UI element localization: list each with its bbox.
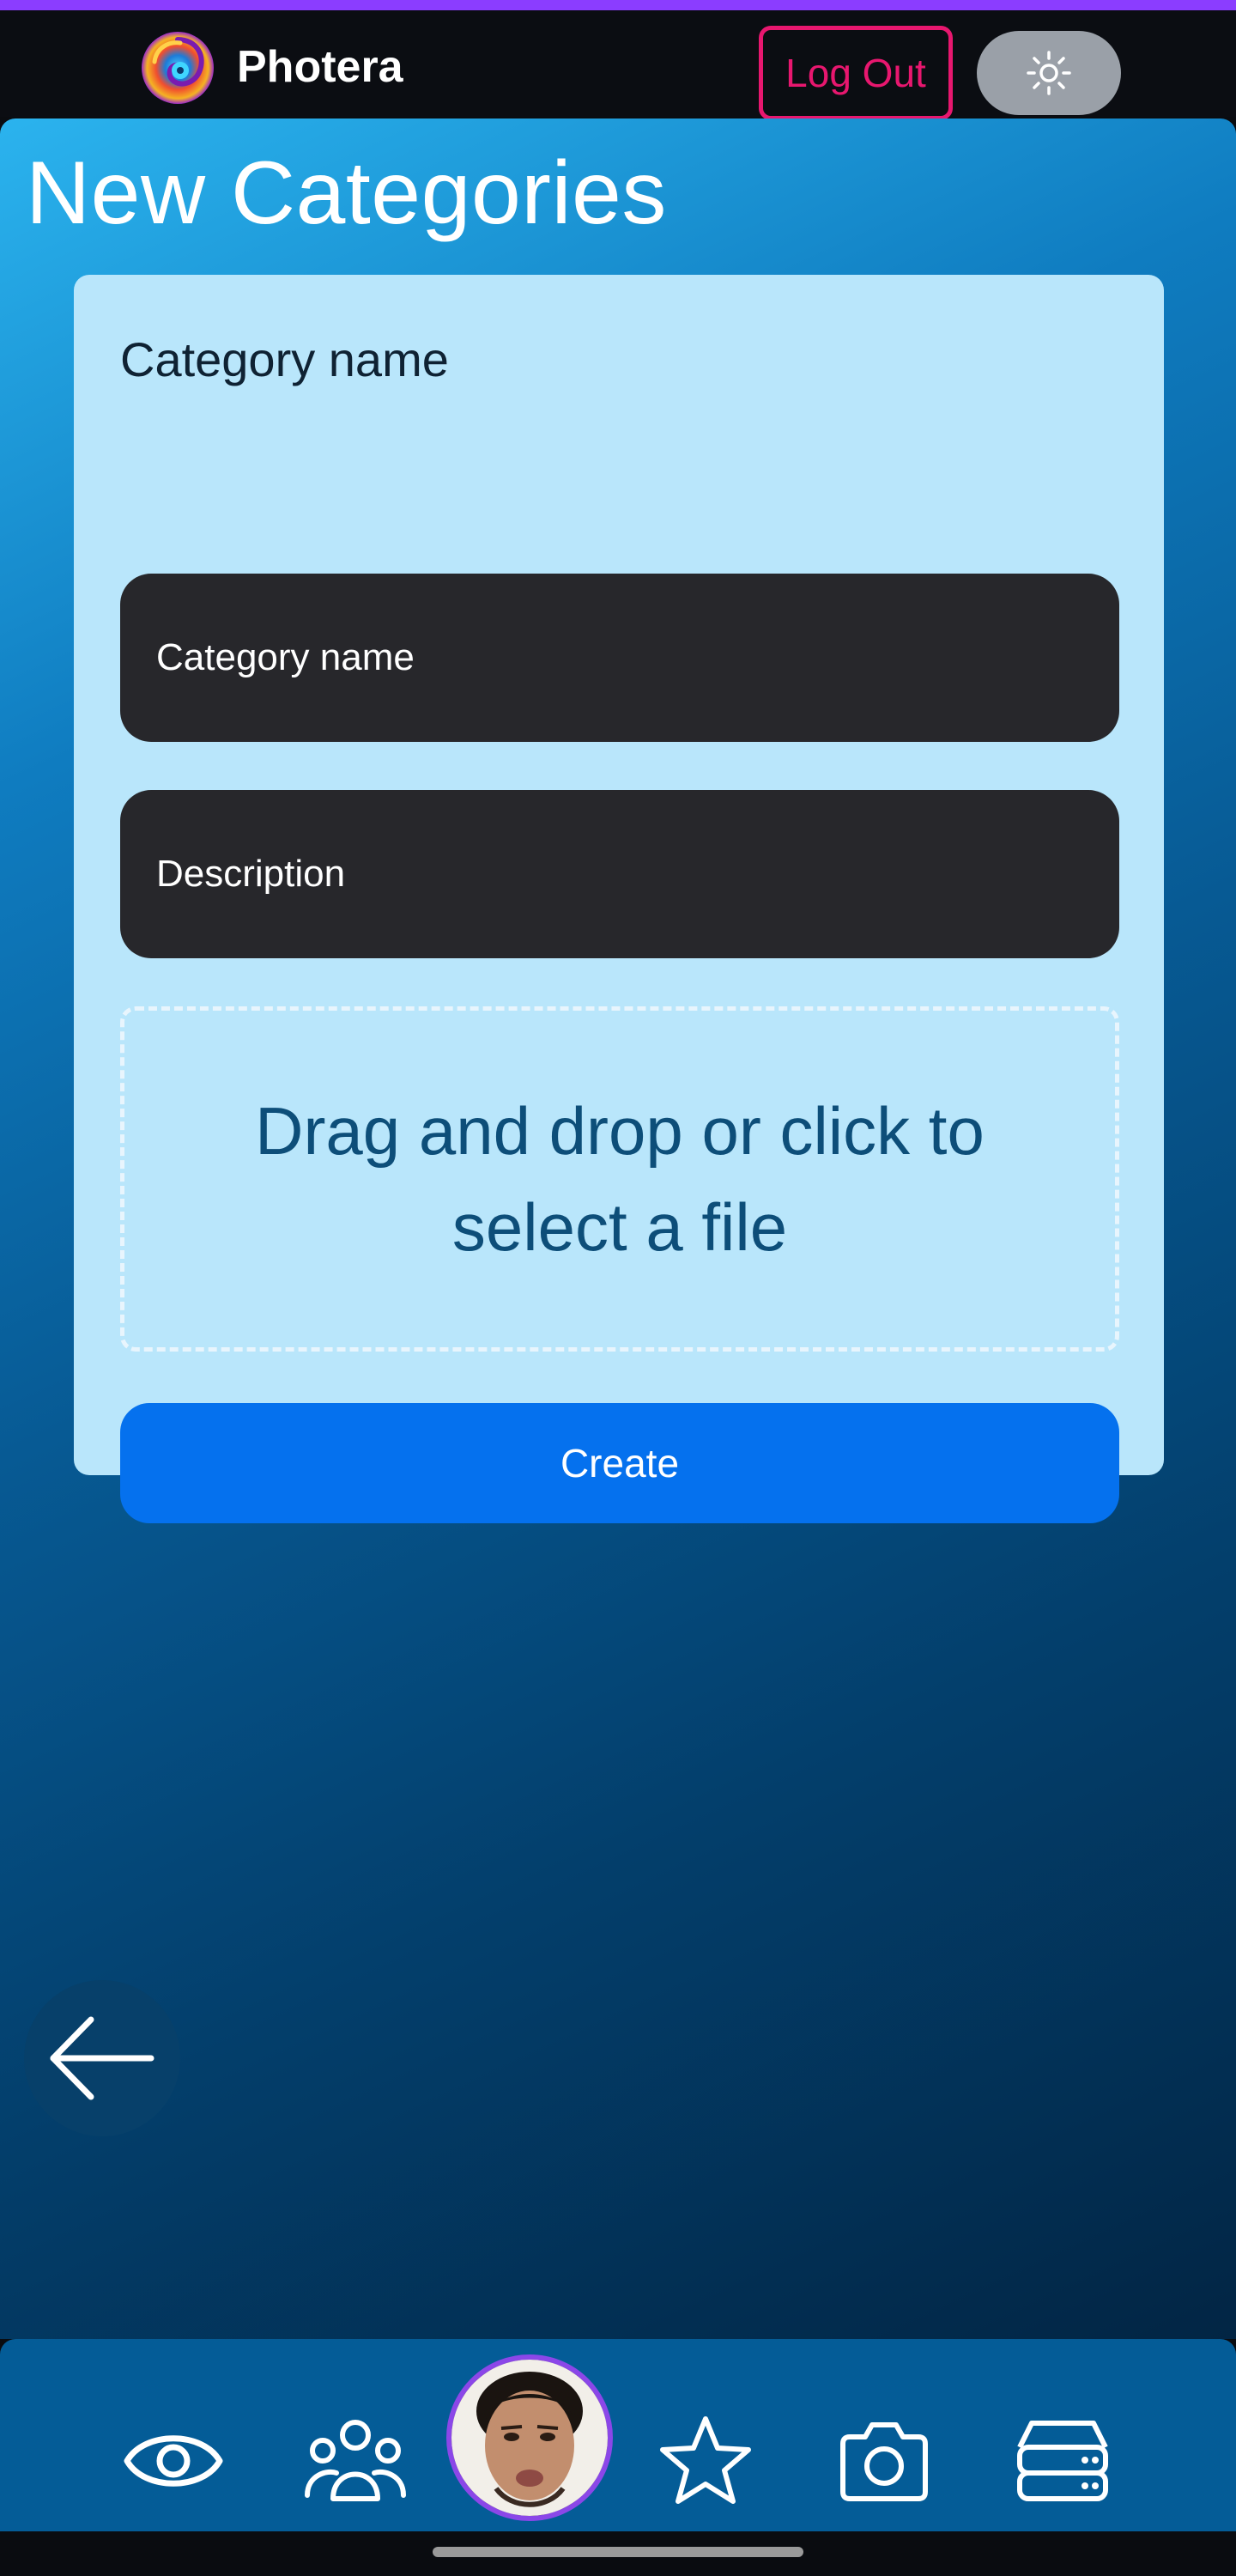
category-form-card: Category name Category name Description … — [74, 275, 1164, 1523]
app-header: Photera Log Out — [0, 10, 1236, 120]
main-content: New Categories Category name Category na… — [0, 118, 1236, 2339]
camera-icon — [840, 2422, 928, 2501]
create-button[interactable]: Create — [120, 1403, 1119, 1523]
star-icon — [660, 2416, 751, 2504]
avatar[interactable] — [446, 2354, 613, 2521]
nav-view-button[interactable] — [120, 2408, 227, 2514]
users-icon — [305, 2420, 406, 2501]
back-button[interactable] — [24, 1980, 180, 2136]
sun-icon — [1027, 51, 1071, 95]
eye-icon — [124, 2435, 223, 2487]
description-input[interactable]: Description — [120, 790, 1119, 958]
avatar-photo — [451, 2360, 608, 2516]
file-dropzone[interactable]: Drag and drop or click to select a file — [120, 1006, 1119, 1352]
nav-community-button[interactable] — [302, 2408, 409, 2514]
logo-icon — [142, 32, 214, 104]
page-title: New Categories — [26, 143, 667, 243]
app-name: Photera — [237, 42, 403, 92]
arrow-left-icon — [50, 2016, 154, 2100]
home-indicator — [433, 2547, 803, 2557]
nav-storage-button[interactable] — [1009, 2408, 1116, 2514]
nav-favorites-button[interactable] — [652, 2408, 759, 2514]
dropzone-text: Drag and drop or click to select a file — [255, 1093, 985, 1265]
theme-toggle[interactable] — [977, 31, 1121, 115]
server-icon — [1017, 2421, 1108, 2501]
form-label: Category name — [120, 332, 449, 386]
top-accent-bar — [0, 0, 1236, 10]
bottom-navigation — [0, 2339, 1236, 2531]
logout-button[interactable]: Log Out — [759, 26, 953, 120]
nav-camera-button[interactable] — [831, 2408, 937, 2514]
category-name-input[interactable]: Category name — [120, 574, 1119, 742]
